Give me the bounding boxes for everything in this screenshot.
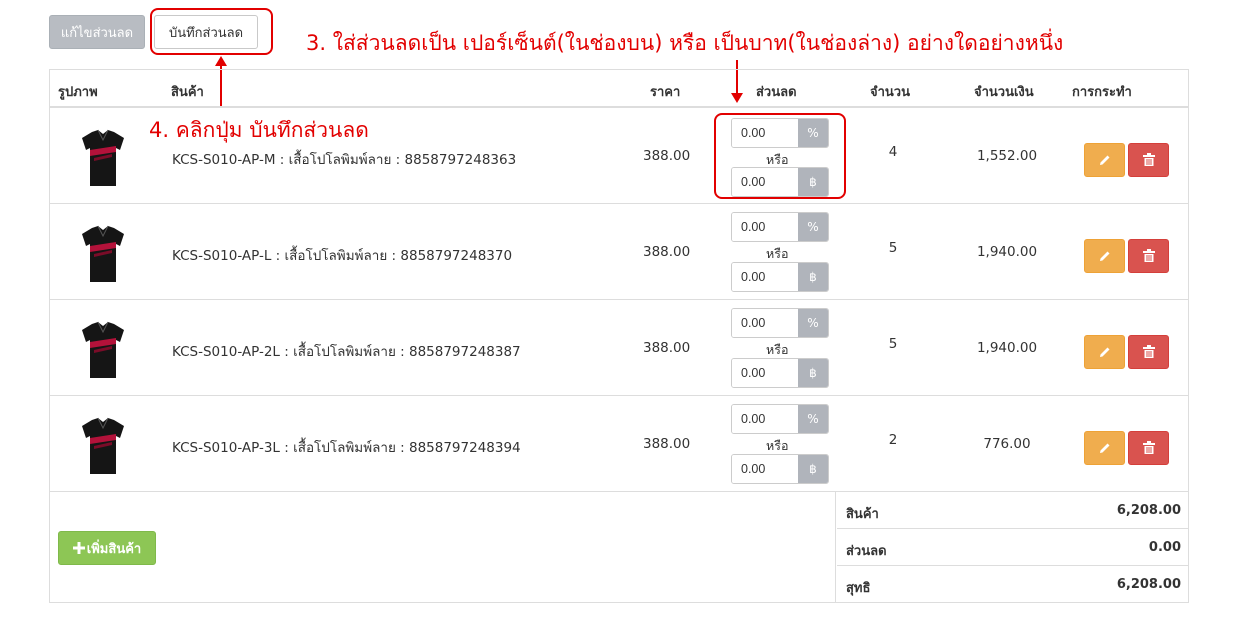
header-image: รูปภาพ xyxy=(58,85,98,100)
discount-percent-input[interactable] xyxy=(732,213,798,241)
delete-item-button[interactable] xyxy=(1128,239,1169,273)
edit-item-button[interactable] xyxy=(1084,143,1125,177)
discount-percent-group: % xyxy=(731,308,829,338)
pencil-icon xyxy=(1099,251,1109,261)
summary-label: ส่วนลด xyxy=(846,544,887,559)
table-footer-left: เพิ่มสินค้า xyxy=(50,492,836,603)
product-amount: 1,940.00 xyxy=(976,340,1038,356)
discount-baht-group: ฿ xyxy=(731,262,829,292)
summary-value: 0.00 xyxy=(1148,540,1181,555)
header-price: ราคา xyxy=(650,85,681,100)
header-amount: จำนวนเงิน xyxy=(974,85,1034,100)
trash-icon xyxy=(1142,153,1155,166)
baht-addon: ฿ xyxy=(798,359,828,387)
header-actions: การกระทำ xyxy=(1072,85,1132,100)
polo-shirt-image xyxy=(82,129,124,186)
table-row: KCS-S010-AP-M : เสื้อโปโลพิมพ์ลาย : 8858… xyxy=(50,108,1188,204)
table-row: KCS-S010-AP-3L : เสื้อโปโลพิมพ์ลาย : 885… xyxy=(50,396,1188,492)
summary-value: 6,208.00 xyxy=(1116,503,1181,518)
percent-addon: % xyxy=(798,405,828,433)
header-product: สินค้า xyxy=(171,85,204,100)
annotation-arrow-head-up xyxy=(215,56,227,66)
percent-addon: % xyxy=(798,309,828,337)
table-row: KCS-S010-AP-L : เสื้อโปโลพิมพ์ลาย : 8858… xyxy=(50,204,1188,300)
product-price: 388.00 xyxy=(643,148,691,164)
table-row: KCS-S010-AP-2L : เสื้อโปโลพิมพ์ลาย : 885… xyxy=(50,300,1188,396)
summary-label: สุทธิ xyxy=(846,581,871,596)
trash-icon xyxy=(1142,345,1155,358)
polo-shirt-image xyxy=(82,417,124,474)
discount-baht-input[interactable] xyxy=(732,359,798,387)
delete-item-button[interactable] xyxy=(1128,335,1169,369)
product-quantity: 4 xyxy=(888,144,898,160)
trash-icon xyxy=(1142,441,1155,454)
discount-baht-input[interactable] xyxy=(732,263,798,291)
summary-row-net: สุทธิ 6,208.00 xyxy=(837,566,1189,603)
edit-item-button[interactable] xyxy=(1084,335,1125,369)
table-header: รูปภาพ สินค้า ราคา ส่วนลด จำนวน จำนวนเงิ… xyxy=(50,70,1188,108)
summary-label: สินค้า xyxy=(846,507,879,522)
edit-discount-button[interactable]: แก้ไขส่วนลด xyxy=(49,15,145,49)
header-quantity: จำนวน xyxy=(870,85,910,100)
discount-baht-input[interactable] xyxy=(732,455,798,483)
summary-row-discount: ส่วนลด 0.00 xyxy=(837,529,1189,566)
edit-item-button[interactable] xyxy=(1084,431,1125,465)
polo-shirt-image xyxy=(82,321,124,378)
product-price: 388.00 xyxy=(643,244,691,260)
trash-icon xyxy=(1142,249,1155,262)
product-name: KCS-S010-AP-M : เสื้อโปโลพิมพ์ลาย : 8858… xyxy=(172,152,517,168)
discount-percent-input[interactable] xyxy=(732,405,798,433)
product-name: KCS-S010-AP-3L : เสื้อโปโลพิมพ์ลาย : 885… xyxy=(172,440,521,456)
polo-shirt-image xyxy=(82,225,124,282)
pencil-icon xyxy=(1099,443,1109,453)
plus-icon xyxy=(72,542,85,554)
delete-item-button[interactable] xyxy=(1128,431,1169,465)
pencil-icon xyxy=(1099,347,1109,357)
discount-percent-input[interactable] xyxy=(732,309,798,337)
add-product-button[interactable]: เพิ่มสินค้า xyxy=(58,531,156,565)
or-label: หรือ xyxy=(766,246,789,261)
or-label: หรือ xyxy=(766,342,789,357)
product-amount: 776.00 xyxy=(983,436,1031,452)
summary-row-subtotal: สินค้า 6,208.00 xyxy=(837,492,1189,529)
annotation-step-3: 3. ใส่ส่วนลดเป็น เปอร์เซ็นต์(ในช่องบน) ห… xyxy=(306,31,1064,55)
product-price: 388.00 xyxy=(643,340,691,356)
product-amount: 1,940.00 xyxy=(976,244,1038,260)
highlight-discount-inputs-box xyxy=(714,113,846,199)
product-quantity: 5 xyxy=(888,336,898,352)
pencil-icon xyxy=(1099,155,1109,165)
or-label: หรือ xyxy=(766,438,789,453)
product-price: 388.00 xyxy=(643,436,691,452)
baht-addon: ฿ xyxy=(798,263,828,291)
order-items-table: รูปภาพ สินค้า ราคา ส่วนลด จำนวน จำนวนเงิ… xyxy=(49,69,1189,603)
discount-percent-group: % xyxy=(731,212,829,242)
product-name: KCS-S010-AP-2L : เสื้อโปโลพิมพ์ลาย : 885… xyxy=(172,344,521,360)
percent-addon: % xyxy=(798,213,828,241)
product-name: KCS-S010-AP-L : เสื้อโปโลพิมพ์ลาย : 8858… xyxy=(172,248,513,264)
discount-baht-group: ฿ xyxy=(731,454,829,484)
product-quantity: 5 xyxy=(888,240,898,256)
summary-value: 6,208.00 xyxy=(1116,577,1181,592)
discount-baht-group: ฿ xyxy=(731,358,829,388)
edit-item-button[interactable] xyxy=(1084,239,1125,273)
product-amount: 1,552.00 xyxy=(976,148,1038,164)
highlight-save-button-box xyxy=(150,8,273,55)
header-discount: ส่วนลด xyxy=(756,85,797,100)
add-product-label: เพิ่มสินค้า xyxy=(86,541,142,557)
discount-percent-group: % xyxy=(731,404,829,434)
baht-addon: ฿ xyxy=(798,455,828,483)
product-quantity: 2 xyxy=(888,432,898,448)
delete-item-button[interactable] xyxy=(1128,143,1169,177)
